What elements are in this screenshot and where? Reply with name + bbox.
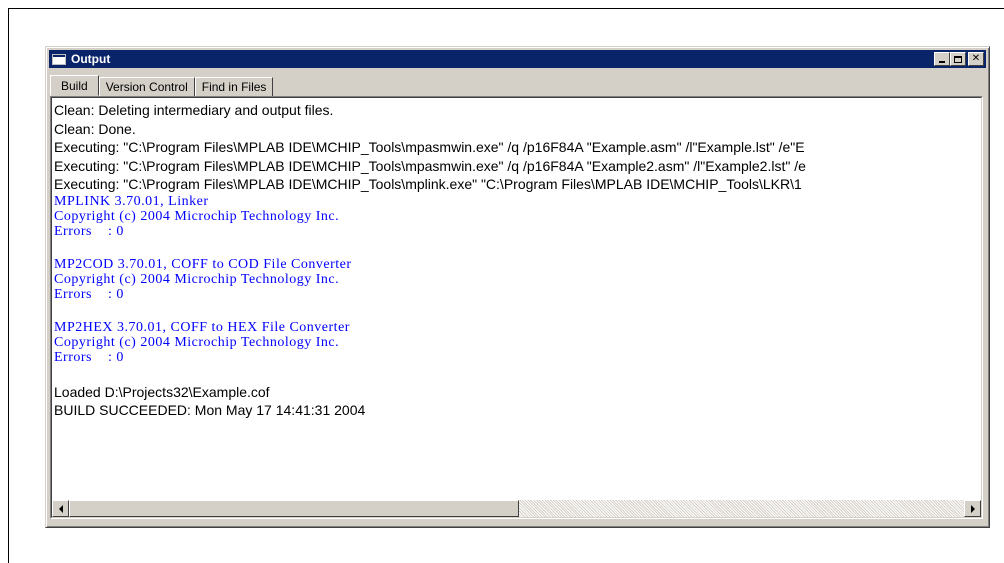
scrollbar-thumb[interactable]	[69, 500, 519, 517]
output-line: Executing: "C:\Program Files\MPLAB IDE\M…	[54, 157, 806, 174]
output-line: Loaded D:\Projects32\Example.cof	[54, 383, 270, 400]
output-window: Output ✕ Build Version Control Find in F…	[45, 46, 990, 528]
output-pane: Clean: Deleting intermediary and output …	[50, 96, 983, 519]
maximize-button[interactable]	[950, 52, 966, 66]
output-line: Clean: Done.	[54, 120, 136, 137]
output-line: Copyright (c) 2004 Microchip Technology …	[54, 271, 340, 287]
arrow-left-icon	[58, 504, 63, 513]
output-line: Copyright (c) 2004 Microchip Technology …	[54, 208, 340, 224]
horizontal-scrollbar[interactable]	[52, 500, 981, 517]
tab-find-in-files[interactable]: Find in Files	[194, 77, 274, 96]
output-line: Executing: "C:\Program Files\MPLAB IDE\M…	[54, 176, 802, 192]
minimize-button[interactable]	[934, 52, 950, 66]
output-line: Errors : 0	[54, 349, 124, 365]
figure-frame-top	[8, 8, 1004, 9]
close-button[interactable]: ✕	[968, 52, 984, 66]
maximize-icon	[954, 55, 962, 63]
output-line: Copyright (c) 2004 Microchip Technology …	[54, 334, 340, 350]
output-line: Errors : 0	[54, 223, 124, 239]
output-line: MP2HEX 3.70.01, COFF to HEX File Convert…	[54, 319, 350, 335]
output-text[interactable]: Clean: Deleting intermediary and output …	[54, 101, 979, 497]
title-bar[interactable]: Output ✕	[49, 50, 986, 68]
scroll-right-button[interactable]	[964, 500, 981, 517]
arrow-right-icon	[970, 504, 975, 513]
output-line: Executing: "C:\Program Files\MPLAB IDE\M…	[54, 139, 805, 155]
scroll-left-button[interactable]	[52, 500, 69, 517]
output-line: MPLINK 3.70.01, Linker	[54, 193, 209, 209]
output-line: MP2COD 3.70.01, COFF to COD File Convert…	[54, 256, 352, 272]
minimize-icon	[939, 61, 945, 63]
close-icon: ✕	[971, 53, 981, 64]
output-line: Clean: Deleting intermediary and output …	[54, 102, 334, 118]
window-icon[interactable]	[52, 53, 66, 65]
output-line: Errors : 0	[54, 286, 124, 302]
output-line: BUILD SUCCEEDED: Mon May 17 14:41:31 200…	[54, 402, 366, 418]
tab-strip: Build Version Control Find in Files	[50, 75, 274, 96]
caption-buttons: ✕	[934, 52, 984, 66]
output-pane-inner: Clean: Deleting intermediary and output …	[51, 97, 982, 518]
window-title: Output	[71, 52, 111, 66]
figure-frame-left	[8, 8, 9, 563]
tab-version-control[interactable]: Version Control	[98, 77, 195, 96]
tab-build[interactable]: Build	[50, 75, 99, 96]
